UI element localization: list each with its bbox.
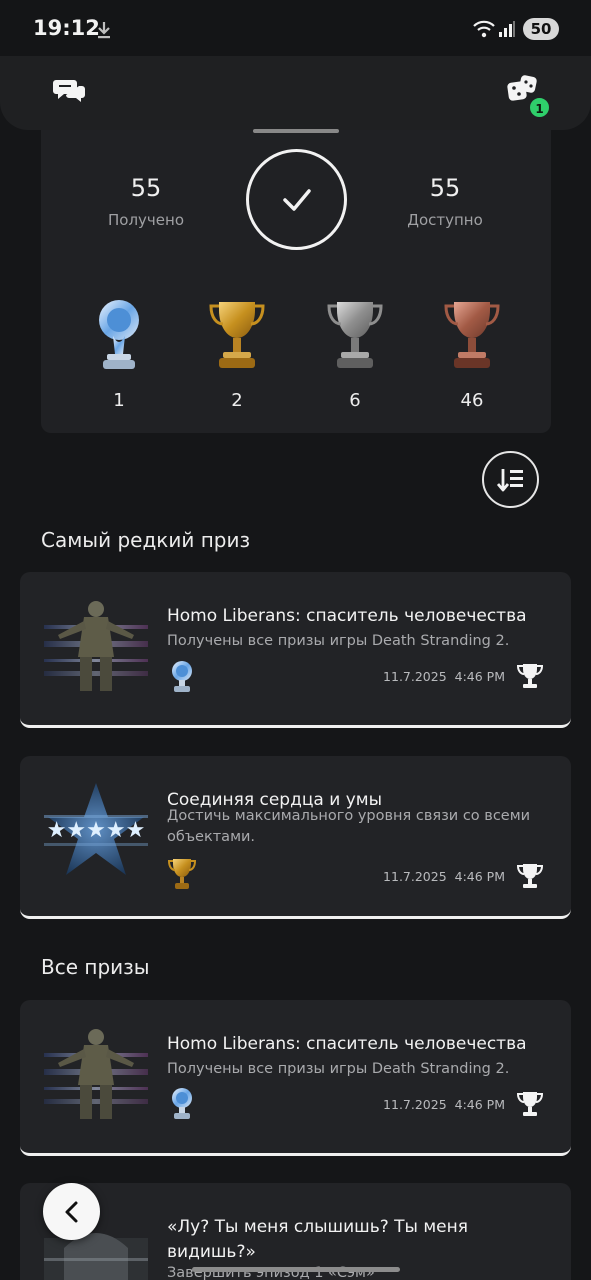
trophy-time: 4:46 PM xyxy=(454,869,505,884)
trophy-card[interactable]: «Лу? Ты меня слышишь? Ты меня видишь?» З… xyxy=(20,1183,571,1280)
trophy-time: 4:46 PM xyxy=(454,1097,505,1112)
trophy-thumbnail xyxy=(44,1029,148,1119)
home-indicator[interactable] xyxy=(192,1267,400,1272)
trophy-description: Получены все призы игры Death Stranding … xyxy=(167,1061,510,1077)
trophy-cup-icon[interactable] xyxy=(516,1090,544,1118)
status-time: 19:12 xyxy=(33,16,100,40)
silver-count: 6 xyxy=(349,390,361,411)
gold-trophy-icon xyxy=(209,302,265,368)
trophy-thumbnail xyxy=(44,601,148,691)
platinum-trophy-stat: 1 xyxy=(79,298,159,411)
earned-count: 55 xyxy=(130,174,162,202)
available-label: Доступно xyxy=(407,211,483,229)
available-count: 55 xyxy=(429,174,461,202)
all-trophies-section-title: Все призы xyxy=(41,955,150,979)
trophy-time: 4:46 PM xyxy=(454,669,505,684)
bronze-trophy-icon xyxy=(444,302,500,368)
trophy-date: 11.7.2025 xyxy=(383,1097,447,1112)
trophy-card[interactable]: ★★★★★ Соединяя сердца и умы Достичь макс… xyxy=(20,756,571,919)
bronze-trophy-stat: 46 xyxy=(432,298,512,411)
trophy-cup-icon[interactable] xyxy=(516,662,544,690)
trophy-description: Получены все призы игры Death Stranding … xyxy=(167,633,510,649)
drag-handle[interactable] xyxy=(253,129,339,133)
gold-trophy-stat: 2 xyxy=(197,298,277,411)
trophy-description: Достичь максимального уровня связи со вс… xyxy=(167,808,531,845)
rarest-section-title: Самый редкий приз xyxy=(41,528,251,552)
chat-bubbles-icon[interactable] xyxy=(52,76,86,110)
app-header: 1 xyxy=(0,56,591,130)
trophy-card[interactable]: Homo Liberans: спаситель человечества По… xyxy=(20,1000,571,1156)
svg-text:★★★★★: ★★★★★ xyxy=(47,818,146,843)
trophy-thumbnail: ★★★★★ xyxy=(44,783,148,875)
wifi-icon xyxy=(472,19,496,43)
notification-badge: 1 xyxy=(528,96,551,119)
signal-icon xyxy=(498,20,516,42)
completion-circle xyxy=(246,149,347,250)
download-icon xyxy=(96,20,112,44)
sort-icon xyxy=(496,468,523,491)
chevron-left-icon xyxy=(65,1201,77,1222)
platinum-grade-icon xyxy=(172,661,192,692)
trophy-date: 11.7.2025 xyxy=(383,869,447,884)
trophy-datetime: 11.7.2025 4:46 PM xyxy=(383,869,505,884)
trophy-title: Homo Liberans: спаситель человечества xyxy=(167,1034,527,1054)
back-button[interactable] xyxy=(43,1183,100,1240)
trophy-title: Homo Liberans: спаситель человечества xyxy=(167,606,527,626)
battery-indicator: 50 xyxy=(523,18,559,40)
check-icon xyxy=(282,188,311,211)
trophy-datetime: 11.7.2025 4:46 PM xyxy=(383,1097,505,1112)
trophy-datetime: 11.7.2025 4:46 PM xyxy=(383,669,505,684)
trophy-title: «Лу? Ты меня слышишь? Ты меня видишь?» xyxy=(167,1217,468,1262)
trophy-card[interactable]: Homo Liberans: спаситель человечества По… xyxy=(20,572,571,728)
trophy-summary-card: 55 Получено 55 Доступно 1 2 6 46 xyxy=(41,110,551,433)
silver-trophy-icon xyxy=(327,302,383,368)
gold-grade-icon xyxy=(167,859,197,889)
platinum-trophy-icon xyxy=(99,300,139,369)
sort-button[interactable] xyxy=(482,451,539,508)
status-bar: 19:12 50 xyxy=(0,0,591,56)
trophy-cup-icon[interactable] xyxy=(516,862,544,890)
platinum-count: 1 xyxy=(113,390,125,411)
silver-trophy-stat: 6 xyxy=(315,298,395,411)
bronze-count: 46 xyxy=(460,390,484,411)
platinum-grade-icon xyxy=(172,1088,192,1119)
trophy-date: 11.7.2025 xyxy=(383,669,447,684)
earned-label: Получено xyxy=(108,211,184,229)
gold-count: 2 xyxy=(231,390,243,411)
